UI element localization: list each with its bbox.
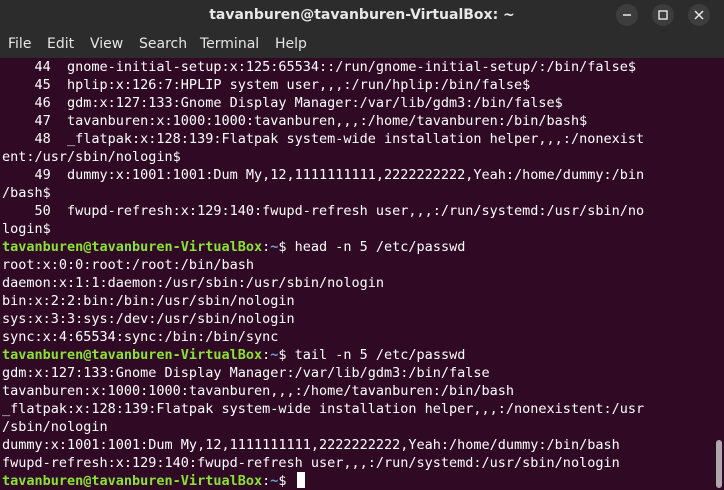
menu-search[interactable]: Search	[136, 30, 190, 58]
output-line: fwupd-refresh:x:129:140:fwupd-refresh us…	[2, 455, 620, 471]
output-line: tavanburen:x:1000:1000:tavanburen,,,:/ho…	[2, 383, 515, 399]
output-line: ent:/usr/sbin/nologin$	[2, 149, 181, 165]
close-button[interactable]	[688, 4, 710, 26]
terminal-output[interactable]: 44 gnome-initial-setup:x:125:65534::/run…	[0, 58, 712, 490]
menu-edit[interactable]: Edit	[44, 30, 77, 58]
scrollbar-thumb[interactable]	[716, 440, 722, 488]
command-text: head -n 5 /etc/passwd	[286, 239, 466, 255]
menu-bar: File Edit View Search Terminal Help	[0, 30, 724, 58]
prompt-user-host: tavanburen@tavanburen-VirtualBox	[2, 347, 263, 363]
output-line: _flatpak:x:128:139:Flatpak system-wide i…	[2, 401, 645, 417]
close-icon	[694, 10, 704, 20]
text-cursor	[296, 472, 305, 488]
output-line: daemon:x:1:1:daemon:/usr/sbin:/usr/sbin/…	[2, 275, 385, 291]
output-line: sys:x:3:3:sys:/dev:/usr/sbin/nologin	[2, 311, 295, 327]
output-line: sync:x:4:65534:sync:/bin:/bin/sync	[2, 329, 279, 345]
prompt-symbol: $	[278, 347, 287, 363]
output-line: 46 gdm:x:127:133:Gnome Display Manager:/…	[2, 95, 563, 111]
prompt-line: tavanburen@tavanburen-VirtualBox:~$ tail…	[2, 347, 466, 363]
scrollbar[interactable]	[712, 58, 724, 490]
maximize-button[interactable]	[652, 4, 674, 26]
output-line: bin:x:2:2:bin:/bin:/usr/sbin/nologin	[2, 293, 295, 309]
output-line: dummy:x:1001:1001:Dum My,12,1111111111,2…	[2, 437, 620, 453]
menu-help[interactable]: Help	[272, 30, 310, 58]
output-line: /sbin/nologin	[2, 419, 108, 435]
prompt-line: tavanburen@tavanburen-VirtualBox:~$	[2, 472, 712, 490]
prompt-user-host: tavanburen@tavanburen-VirtualBox	[2, 473, 263, 489]
terminal-window: tavanburen@tavanburen-VirtualBox: ~ File…	[0, 0, 724, 490]
output-line: 45 hplip:x:126:7:HPLIP system user,,,:/r…	[2, 77, 531, 93]
prompt-symbol: $	[278, 239, 287, 255]
minimize-icon	[623, 14, 631, 16]
output-line: login$	[2, 221, 51, 237]
output-line: 50 fwupd-refresh:x:129:140:fwupd-refresh…	[2, 203, 645, 219]
prompt-line: tavanburen@tavanburen-VirtualBox:~$ head…	[2, 239, 466, 255]
menu-view[interactable]: View	[87, 30, 126, 58]
minimize-button[interactable]	[616, 4, 638, 26]
prompt-user-host: tavanburen@tavanburen-VirtualBox	[2, 239, 263, 255]
command-text	[287, 473, 295, 489]
output-line: 49 dummy:x:1001:1001:Dum My,12,111111111…	[2, 167, 645, 183]
prompt-symbol: $	[278, 473, 287, 489]
maximize-icon	[658, 10, 668, 20]
output-line: 48 _flatpak:x:128:139:Flatpak system-wid…	[2, 131, 645, 147]
output-line: root:x:0:0:root:/root:/bin/bash	[2, 257, 254, 273]
menu-terminal[interactable]: Terminal	[197, 30, 262, 58]
menu-file[interactable]: File	[5, 30, 34, 58]
output-line: 44 gnome-initial-setup:x:125:65534::/run…	[2, 59, 636, 75]
output-line: gdm:x:127:133:Gnome Display Manager:/var…	[2, 365, 490, 381]
output-line: /bash$	[2, 185, 51, 201]
output-line: 47 tavanburen:x:1000:1000:tavanburen,,,:…	[2, 113, 588, 129]
command-text: tail -n 5 /etc/passwd	[286, 347, 466, 363]
title-bar[interactable]: tavanburen@tavanburen-VirtualBox: ~	[0, 0, 724, 30]
